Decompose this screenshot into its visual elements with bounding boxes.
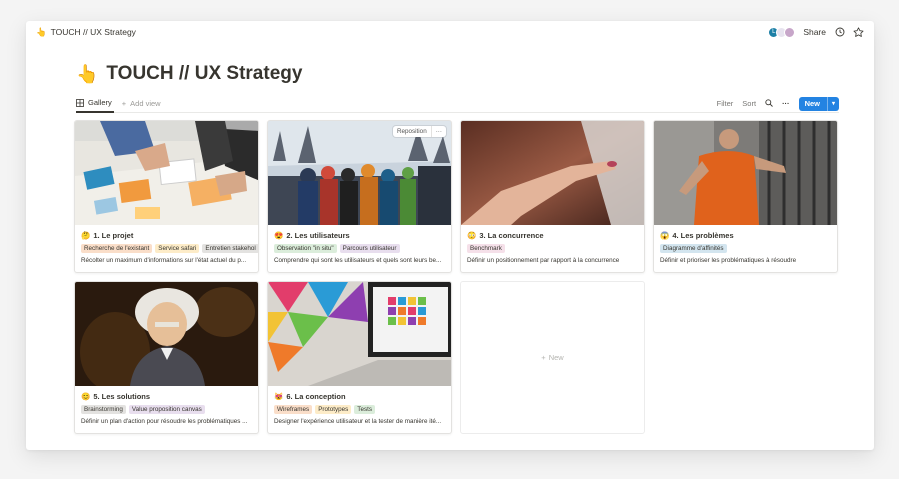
gallery-card[interactable]: Reposition ··· 😍 2. Les utilisateurs Obs… <box>267 120 452 273</box>
cover-image-crowd: Reposition ··· <box>268 121 451 225</box>
new-card-label: New <box>548 353 564 362</box>
cover-image-hand-touch <box>461 121 644 225</box>
cover-image-prisoner <box>654 121 837 225</box>
share-button[interactable]: Share <box>803 27 826 37</box>
card-tags: Observation "in situ" Parcours utilisate… <box>274 244 400 253</box>
plus-icon: + <box>121 99 127 108</box>
tab-gallery[interactable]: Gallery <box>76 95 114 113</box>
cover-image-einstein-figure <box>75 282 258 386</box>
collaborator-avatars[interactable]: L <box>768 26 796 38</box>
heart-eyes-icon: 😍 <box>274 231 284 240</box>
gallery-card[interactable]: 🤔 1. Le projet Recherche de l'existant S… <box>74 120 259 273</box>
tag: Service safari <box>155 244 200 253</box>
tag: Tests <box>354 405 375 414</box>
card-title: 😳 3. La concurrence <box>467 231 544 240</box>
chevron-down-icon[interactable]: ▾ <box>826 96 839 111</box>
add-view-label: Add view <box>130 99 161 108</box>
card-title: 😍 2. Les utilisateurs <box>274 231 350 240</box>
card-tags: Wireframes Prototypes Tests <box>274 405 375 414</box>
gallery-card[interactable]: 😻 6. La conception Wireframes Prototypes… <box>267 281 452 434</box>
star-icon[interactable] <box>853 26 864 38</box>
card-description: Définir et prioriser les problématiques … <box>660 257 797 264</box>
filter-button[interactable]: Filter <box>717 99 734 108</box>
card-description: Comprendre qui sont les utilisateurs et … <box>274 257 442 264</box>
flushed-face-icon: 😳 <box>467 231 477 240</box>
tag: Value proposition canvas <box>128 405 205 414</box>
tag: Recherche de l'existant <box>81 244 153 253</box>
tag: Wireframes <box>274 405 313 414</box>
card-title-text: 5. Les solutions <box>93 392 151 401</box>
breadcrumb-label: TOUCH // UX Strategy <box>50 27 136 37</box>
gallery-card[interactable]: 😊 5. Les solutions Brainstorming Value p… <box>74 281 259 434</box>
cover-image-laptop-design <box>268 282 451 386</box>
topbar: 👆 TOUCH // UX Strategy L Share <box>26 21 874 43</box>
card-title-text: 4. Les problèmes <box>672 231 734 240</box>
sort-button[interactable]: Sort <box>742 99 756 108</box>
card-title: 😊 5. Les solutions <box>81 392 150 401</box>
more-options-icon[interactable]: ··· <box>430 126 446 137</box>
card-title: 😻 6. La conception <box>274 392 346 401</box>
page-title: 👆 TOUCH // UX Strategy <box>76 63 302 85</box>
tag: Brainstorming <box>81 405 126 414</box>
add-view-button[interactable]: + Add view <box>122 95 163 113</box>
new-button-label: New <box>804 99 820 108</box>
reposition-button[interactable]: Reposition <box>393 126 431 137</box>
card-description: Récolter un maximum d'informations sur l… <box>81 257 247 264</box>
tag: Prototypes <box>315 405 352 414</box>
new-card-button[interactable]: + New <box>460 281 645 434</box>
gallery-icon <box>76 98 84 107</box>
clock-icon[interactable] <box>834 27 845 38</box>
card-title-text: 1. Le projet <box>93 231 134 240</box>
notion-window: 👆 TOUCH // UX Strategy L Share 👆 TOUCH /… <box>26 21 874 450</box>
smiling-face-icon: 😊 <box>81 392 91 401</box>
gallery-card[interactable]: 😳 3. La concurrence Benchmark Définir un… <box>460 120 645 273</box>
card-description: Définir un plan d'action pour résoudre l… <box>81 418 248 425</box>
reposition-control[interactable]: Reposition ··· <box>392 126 446 137</box>
card-description: Designer l'expérience utilisateur et la … <box>274 418 442 425</box>
plus-icon: + <box>541 353 546 362</box>
card-title: 😱 4. Les problèmes <box>660 231 734 240</box>
card-title-text: 6. La conception <box>286 392 346 401</box>
tag: Parcours utilisateur <box>339 244 400 253</box>
card-title: 🤔 1. Le projet <box>81 231 133 240</box>
card-title-text: 3. La concurrence <box>479 231 544 240</box>
card-description: Définir un positionnement par rapport à … <box>467 257 620 264</box>
scream-face-icon: 😱 <box>660 231 670 240</box>
search-icon[interactable] <box>765 98 773 109</box>
avatar[interactable] <box>784 26 796 38</box>
tab-gallery-label: Gallery <box>88 98 112 107</box>
gallery-card[interactable]: 😱 4. Les problèmes Diagramme d'affinités… <box>653 120 838 273</box>
card-tags: Benchmark <box>467 244 505 253</box>
more-options-icon[interactable]: ··· <box>782 99 790 108</box>
thinking-face-icon: 🤔 <box>81 231 91 240</box>
view-toolbar: Gallery + Add view Filter Sort ··· New ▾ <box>76 95 839 113</box>
card-title-text: 2. Les utilisateurs <box>286 231 350 240</box>
pointing-hand-icon: 👆 <box>76 63 99 84</box>
card-tags: Diagramme d'affinités <box>660 244 727 253</box>
card-tags: Recherche de l'existant Service safari E… <box>81 244 258 253</box>
pointing-hand-icon: 👆 <box>36 26 47 37</box>
heart-eyes-cat-icon: 😻 <box>274 392 284 401</box>
tag: Diagramme d'affinités <box>660 244 727 253</box>
tag: Observation "in situ" <box>274 244 337 253</box>
tag: Benchmark <box>467 244 505 253</box>
breadcrumb[interactable]: 👆 TOUCH // UX Strategy <box>36 27 136 38</box>
cover-image-workshop <box>75 121 258 225</box>
tag: Entretien stakehol <box>202 244 258 253</box>
card-tags: Brainstorming Value proposition canvas <box>81 405 205 414</box>
new-button[interactable]: New ▾ <box>798 96 839 111</box>
page-title-text: TOUCH // UX Strategy <box>106 63 303 84</box>
